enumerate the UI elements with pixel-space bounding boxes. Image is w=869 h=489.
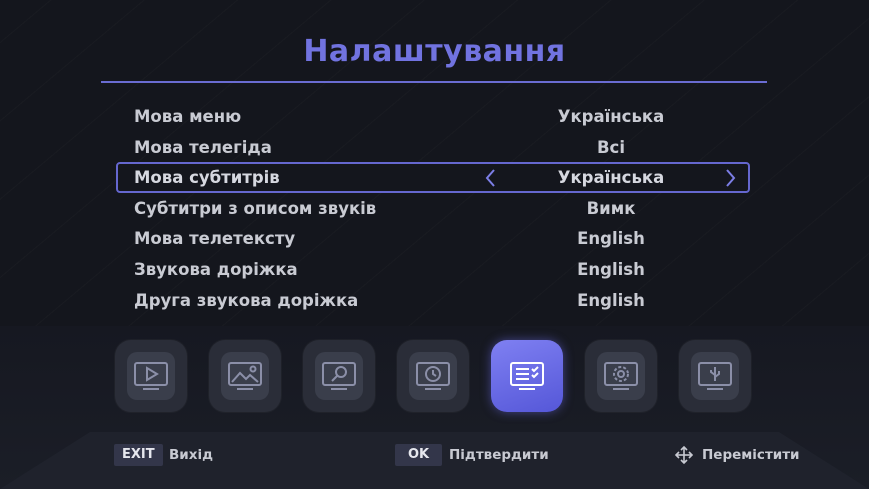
row-label: Звукова доріжка xyxy=(134,259,298,279)
system-settings-tile[interactable] xyxy=(585,340,657,412)
row-value: Вимк xyxy=(586,198,636,218)
search-tile[interactable] xyxy=(303,340,375,412)
clock-icon xyxy=(416,362,450,390)
menu-row-hearing-subtitles[interactable]: Субтитри з описом звуків Вимк xyxy=(101,193,767,224)
row-label: Мова субтитрів xyxy=(134,168,280,188)
row-label: Мова меню xyxy=(134,107,242,126)
row-label: Мова телегіда xyxy=(134,137,272,157)
menu-row-epg-language[interactable]: Мова телегіда Всі xyxy=(101,132,767,163)
ok-hint-label: Підтвердити xyxy=(449,447,549,463)
settings-menu: Мова меню Українська Мова телегіда Всі М… xyxy=(101,101,767,315)
row-value: Українська xyxy=(557,168,665,188)
row-label: Субтитри з описом звуків xyxy=(134,198,377,218)
gear-settings-icon xyxy=(604,362,638,390)
footer-hints: EXIT Вихід OK Підтвердити Перемістити xyxy=(0,444,869,468)
chevron-right-icon[interactable] xyxy=(724,167,738,189)
menu-row-teletext-language[interactable]: Мова телетексту English xyxy=(101,223,767,254)
language-settings-icon xyxy=(510,362,544,390)
media-player-tile[interactable] xyxy=(115,340,187,412)
row-value: Українська xyxy=(557,107,665,126)
title-divider xyxy=(101,81,767,83)
search-icon xyxy=(322,362,356,390)
ok-key-badge[interactable]: OK xyxy=(395,444,443,466)
menu-row-menu-language[interactable]: Мова меню Українська xyxy=(101,101,767,132)
menu-row-second-audio-track[interactable]: Друга звукова доріжка English xyxy=(101,285,767,316)
row-label: Друга звукова доріжка xyxy=(134,290,359,310)
main-menu-icons xyxy=(0,340,869,412)
row-value: English xyxy=(577,290,645,310)
move-hint-label: Перемістити xyxy=(702,447,800,463)
menu-row-audio-track[interactable]: Звукова доріжка English xyxy=(101,254,767,285)
row-value: Всі xyxy=(596,137,625,157)
menu-row-subtitle-language[interactable]: Мова субтитрів Українська xyxy=(116,162,750,193)
chevron-left-icon[interactable] xyxy=(483,167,497,189)
usb-icon xyxy=(698,362,732,390)
exit-hint-label: Вихід xyxy=(169,447,213,463)
move-arrows-icon xyxy=(674,445,694,465)
page-title: Налаштування xyxy=(303,34,566,69)
row-value: English xyxy=(577,229,645,249)
media-player-icon xyxy=(134,362,168,390)
row-value: English xyxy=(577,259,645,279)
timer-tile[interactable] xyxy=(397,340,469,412)
row-label: Мова телетексту xyxy=(134,229,296,249)
usb-tile[interactable] xyxy=(679,340,751,412)
language-settings-tile[interactable] xyxy=(491,340,563,412)
image-gallery-tile[interactable] xyxy=(209,340,281,412)
exit-key-badge[interactable]: EXIT xyxy=(114,444,163,466)
image-gallery-icon xyxy=(228,362,262,390)
